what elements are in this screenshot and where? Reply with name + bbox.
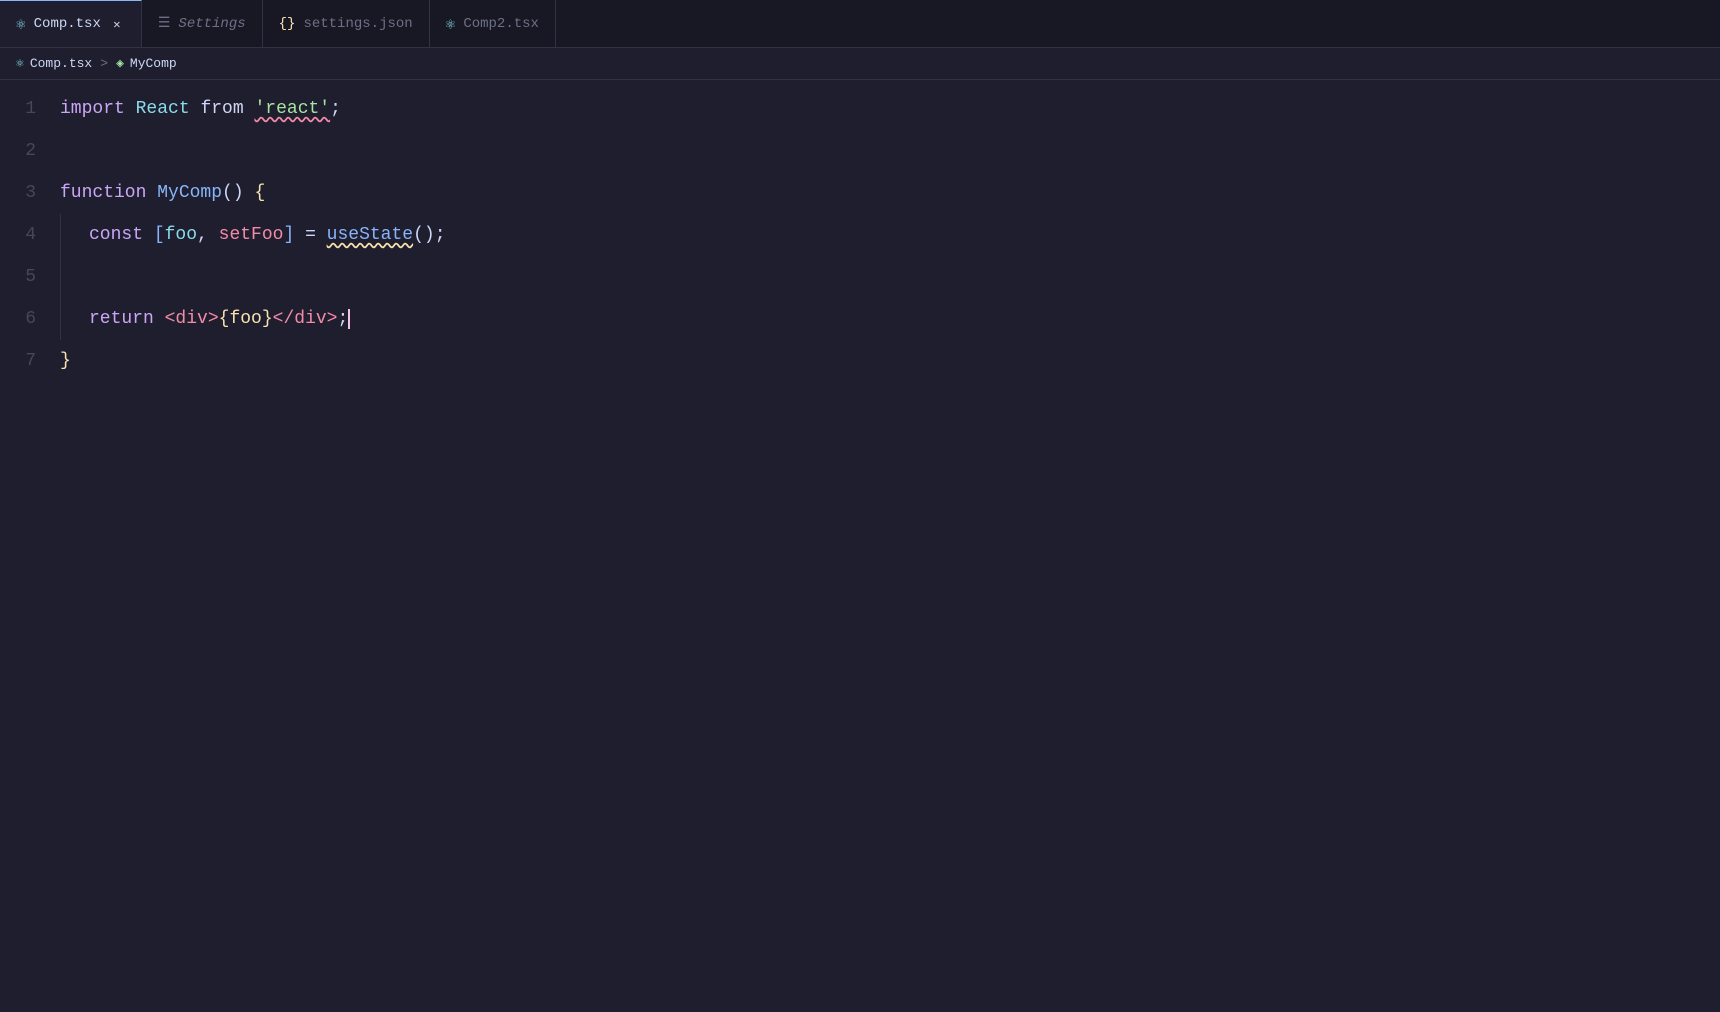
code-line-3: 3 function MyComp() { [0, 172, 1720, 214]
keyword-return: return [89, 309, 165, 329]
token-open-brace: { [254, 183, 265, 203]
token-setfoo: setFoo [219, 225, 284, 245]
token-expr-close: } [262, 309, 273, 329]
line-content: } [60, 340, 1700, 382]
code-line-2: 2 [0, 130, 1720, 172]
token-equals: = [294, 225, 326, 245]
tab-comp2-tsx[interactable]: ⚛ Comp2.tsx [430, 0, 556, 47]
token-funcname: MyComp [157, 183, 222, 203]
token-close-brace: } [60, 351, 71, 371]
line-content: import React from 'react'; [60, 88, 1700, 130]
token-semi: ; [337, 309, 348, 329]
tab-settings-json[interactable]: {} settings.json [263, 0, 430, 47]
code-line-6: 6 return <div>{foo}</div>; [0, 298, 1720, 340]
line-number: 3 [0, 172, 60, 214]
line-content: return <div>{foo}</div>; [60, 298, 1700, 340]
token-parens: () [222, 183, 254, 203]
line-number: 6 [0, 298, 60, 340]
react-icon: ⚛ [446, 14, 456, 34]
token-call: (); [413, 225, 445, 245]
breadcrumb-file[interactable]: Comp.tsx [30, 56, 92, 71]
token-semi: ; [330, 99, 341, 119]
tab-label: Comp.tsx [34, 16, 101, 32]
keyword-function: function [60, 183, 157, 203]
token-space [190, 99, 201, 119]
token-bracket-close: ] [283, 225, 294, 245]
tab-label: Comp2.tsx [463, 16, 539, 32]
token-usestate: useState [327, 225, 413, 245]
line-number: 7 [0, 340, 60, 382]
indent-guide: const [foo, setFoo] = useState(); [60, 214, 446, 256]
close-icon[interactable]: ✕ [109, 16, 125, 32]
line-content [60, 256, 1700, 298]
breadcrumb-file-icon: ⚛ [16, 56, 24, 71]
line-content: const [foo, setFoo] = useState(); [60, 214, 1700, 256]
tab-bar: ⚛ Comp.tsx ✕ ☰ Settings {} settings.json… [0, 0, 1720, 48]
token-space2 [244, 99, 255, 119]
indent-guide [60, 256, 100, 298]
react-icon: ⚛ [16, 14, 26, 34]
token-foo: foo [165, 225, 197, 245]
json-icon: {} [279, 16, 296, 32]
code-line-5: 5 [0, 256, 1720, 298]
token-expr-open: { [219, 309, 230, 329]
line-number: 1 [0, 88, 60, 130]
keyword-import: import [60, 99, 136, 119]
text-cursor [348, 309, 350, 329]
breadcrumb-component[interactable]: MyComp [130, 56, 177, 71]
token-div-open: <div> [165, 309, 219, 329]
token-foo-expr: foo [229, 309, 261, 329]
tab-settings[interactable]: ☰ Settings [142, 0, 263, 47]
tab-comp-tsx[interactable]: ⚛ Comp.tsx ✕ [0, 0, 142, 47]
settings-icon: ☰ [158, 15, 171, 32]
breadcrumb-component-icon: ◈ [116, 56, 124, 71]
breadcrumb-separator: > [100, 56, 108, 71]
token-from: from [200, 99, 243, 119]
line-number: 5 [0, 256, 60, 298]
token-react: React [136, 99, 190, 119]
breadcrumb: ⚛ Comp.tsx > ◈ MyComp [0, 48, 1720, 80]
code-editor[interactable]: 1 import React from 'react'; 2 3 functio… [0, 80, 1720, 390]
line-content: function MyComp() { [60, 172, 1700, 214]
tab-label: settings.json [303, 16, 412, 32]
tab-label: Settings [178, 16, 245, 32]
code-line-4: 4 const [foo, setFoo] = useState(); [0, 214, 1720, 256]
line-content [60, 130, 1700, 172]
keyword-const: const [89, 225, 154, 245]
code-line-1: 1 import React from 'react'; [0, 88, 1720, 130]
token-bracket-open: [ [154, 225, 165, 245]
token-react-string: 'react' [254, 99, 330, 119]
token-div-close: </div> [273, 309, 338, 329]
code-line-7: 7 } [0, 340, 1720, 382]
token-comma: , [197, 225, 219, 245]
line-number: 4 [0, 214, 60, 256]
indent-guide: return <div>{foo}</div>; [60, 298, 350, 340]
line-number: 2 [0, 130, 60, 172]
